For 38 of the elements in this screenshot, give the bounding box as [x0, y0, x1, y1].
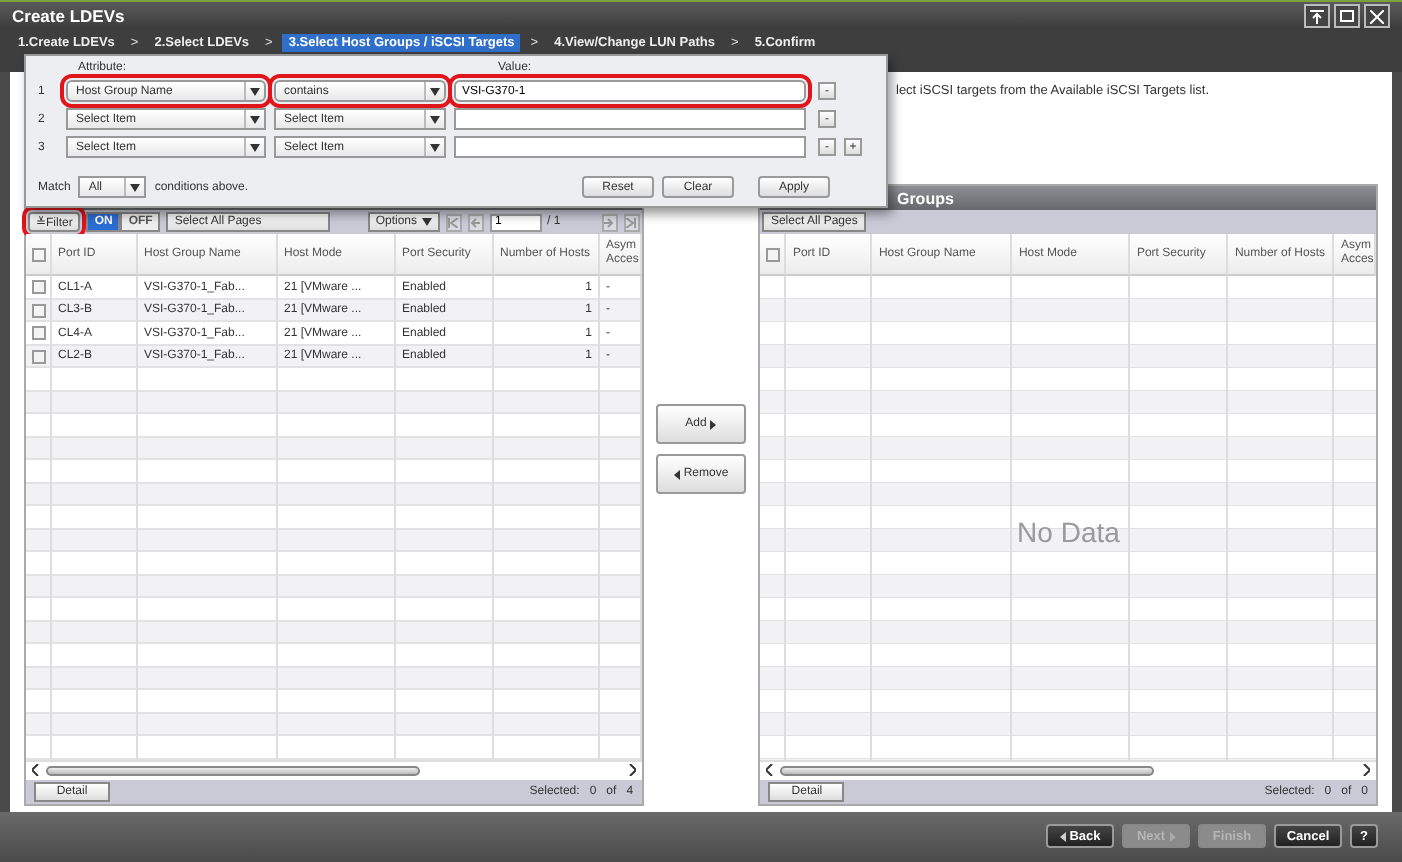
scrollbar-thumb[interactable]: [46, 765, 420, 776]
caret-icon: [250, 115, 260, 123]
row-checkbox[interactable]: [31, 303, 45, 318]
caret-icon: [250, 143, 260, 151]
left-triangle-icon: [673, 469, 680, 480]
maximize-icon: [1340, 10, 1354, 23]
value-field[interactable]: [454, 136, 806, 158]
right-triangle-icon: [710, 419, 717, 430]
select-all-checkbox[interactable]: [765, 247, 780, 262]
caret-icon: [250, 87, 260, 95]
window-title: Create LDEVs: [12, 6, 125, 27]
maximize-button[interactable]: [1334, 4, 1360, 29]
scroll-right-icon[interactable]: [627, 764, 636, 777]
select-all-checkbox[interactable]: [31, 247, 45, 262]
pin-button[interactable]: [1304, 4, 1330, 29]
previous-page-icon[interactable]: [467, 213, 484, 232]
pin-icon: [1310, 9, 1324, 24]
value-field[interactable]: [454, 108, 806, 130]
first-page-icon[interactable]: [445, 213, 462, 232]
empty-message: No Data: [1017, 518, 1120, 547]
panel-title: Groups: [896, 189, 954, 208]
scroll-left-icon[interactable]: [766, 764, 775, 777]
left-triangle-icon: [1059, 831, 1066, 842]
row-checkbox[interactable]: [31, 349, 45, 364]
caret-icon: [130, 183, 141, 191]
caret-icon: [430, 143, 440, 151]
last-page-icon[interactable]: [623, 213, 640, 232]
caret-icon: [430, 87, 440, 95]
close-icon: [1370, 9, 1384, 24]
caret-icon: [430, 115, 440, 123]
next-page-icon[interactable]: [601, 213, 618, 232]
row-checkbox[interactable]: [31, 326, 45, 341]
scrollbar-thumb[interactable]: [780, 765, 1155, 776]
close-button[interactable]: [1364, 4, 1390, 29]
row-checkbox[interactable]: [31, 280, 45, 295]
scroll-left-icon[interactable]: [32, 764, 40, 777]
caret-icon: [421, 218, 432, 227]
scroll-right-icon[interactable]: [1362, 764, 1370, 777]
